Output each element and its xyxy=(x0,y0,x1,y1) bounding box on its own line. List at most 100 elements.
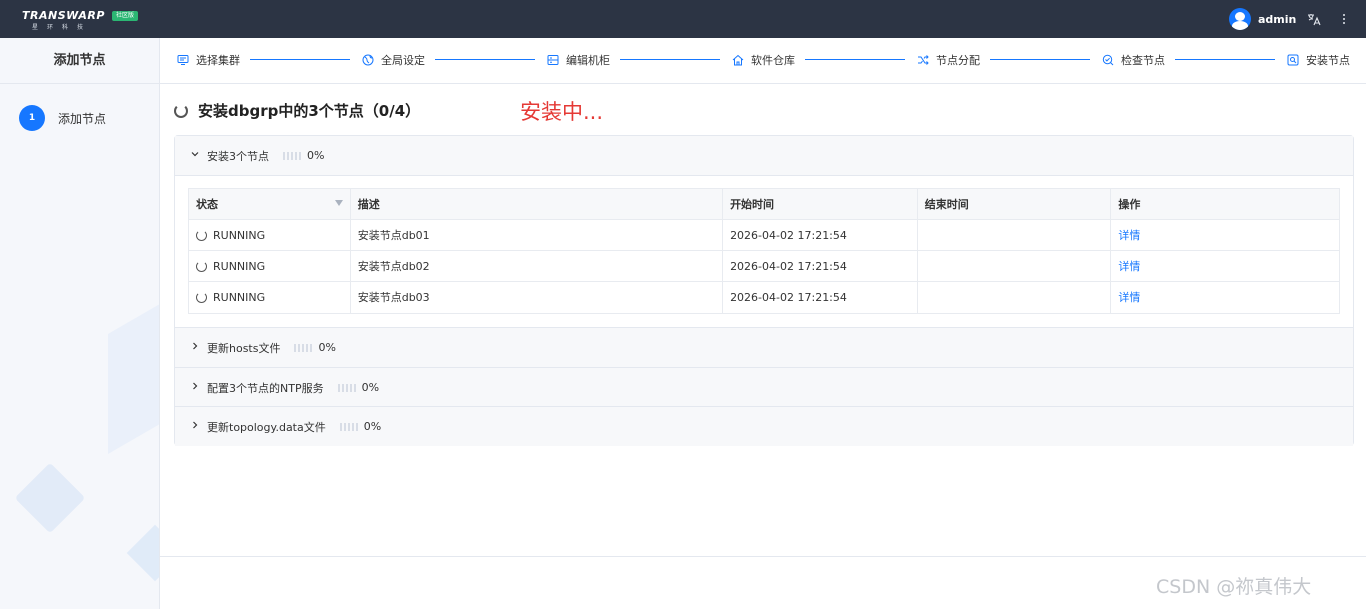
section-title: 更新topology.data文件 xyxy=(207,420,326,434)
translate-icon[interactable] xyxy=(1307,12,1321,26)
step-label: 软件仓库 xyxy=(751,54,795,67)
sidebar-title: 添加节点 xyxy=(0,38,159,84)
step-connector xyxy=(990,59,1090,60)
running-spinner-icon xyxy=(196,292,207,303)
sidebar: 添加节点 1 添加节点 xyxy=(0,38,160,609)
progress-bar xyxy=(283,151,301,160)
step-label: 选择集群 xyxy=(196,54,240,67)
globe-icon xyxy=(361,54,374,67)
section-header-update-hosts[interactable]: 更新hosts文件 0% xyxy=(175,328,1353,367)
action-cell: 详情 xyxy=(1111,251,1339,281)
details-link[interactable]: 详情 xyxy=(1118,291,1140,304)
step-global-settings[interactable]: 全局设定 xyxy=(361,52,425,68)
progress-bar xyxy=(294,343,313,352)
main-content: 安装dbgrp中的3个节点（0/4） 安装中... 安装3个节点 0% 状态 描… xyxy=(160,84,1366,557)
progress-percent: 0% xyxy=(361,381,380,394)
chevron-right-icon xyxy=(188,381,202,394)
loading-spinner-icon xyxy=(174,103,188,118)
description-cell: 安装节点db03 xyxy=(351,282,724,313)
progress-bar xyxy=(339,422,358,431)
rack-icon xyxy=(546,54,559,67)
details-link[interactable]: 详情 xyxy=(1118,260,1140,273)
table-header-row: 状态 描述 开始时间 结束时间 操作 xyxy=(189,189,1339,220)
progress-bar xyxy=(337,383,356,392)
column-header-description: 描述 xyxy=(351,189,724,219)
status-cell: RUNNING xyxy=(189,282,351,313)
node-task-table: 状态 描述 开始时间 结束时间 操作 RUNNING 安装节点db01 2026… xyxy=(188,188,1340,314)
start-time-cell: 2026-04-02 17:21:54 xyxy=(723,251,918,281)
page-title: 安装dbgrp中的3个节点（0/4） xyxy=(174,100,420,121)
step-connector xyxy=(250,59,350,60)
install-tasks-panel: 安装3个节点 0% 状态 描述 开始时间 结束时间 操作 RUNNING 安装节… xyxy=(174,135,1354,446)
column-header-status[interactable]: 状态 xyxy=(189,189,351,219)
step-software-repo[interactable]: 软件仓库 xyxy=(731,52,795,68)
column-header-start-time: 开始时间 xyxy=(723,189,918,219)
transwarp-logo[interactable]: TRANSWARP 社区版 星环科技 xyxy=(22,9,138,31)
start-time-cell: 2026-04-02 17:21:54 xyxy=(723,282,918,313)
step-connector xyxy=(1175,59,1275,60)
footer-divider xyxy=(160,556,1366,557)
check-search-icon xyxy=(1101,54,1114,67)
end-time-cell xyxy=(918,220,1112,250)
wizard-steps: 选择集群 全局设定 编辑机柜 软件仓库 节点分配 检查节点 安装节点 xyxy=(160,38,1366,84)
step-number-badge: 1 xyxy=(19,105,45,131)
installing-annotation: 安装中... xyxy=(520,100,604,124)
watermark: CSDN @祢真伟大 xyxy=(1156,576,1312,598)
progress-percent: 0% xyxy=(318,341,336,354)
step-label: 检查节点 xyxy=(1121,54,1165,67)
description-cell: 安装节点db01 xyxy=(351,220,724,250)
description-cell: 安装节点db02 xyxy=(351,251,724,281)
avatar[interactable] xyxy=(1229,8,1251,30)
background-decoration xyxy=(126,524,159,582)
section-title: 更新hosts文件 xyxy=(207,341,281,355)
section-header-update-topology[interactable]: 更新topology.data文件 0% xyxy=(175,407,1353,446)
sidebar-step-add-node[interactable]: 1 添加节点 xyxy=(19,105,106,131)
column-header-action: 操作 xyxy=(1118,198,1141,211)
top-bar: TRANSWARP 社区版 星环科技 admin xyxy=(0,0,1366,38)
action-cell: 详情 xyxy=(1111,220,1339,250)
background-decoration xyxy=(14,462,86,534)
step-install-nodes[interactable]: 安装节点 xyxy=(1286,52,1350,68)
table-row: RUNNING 安装节点db02 2026-04-02 17:21:54 详情 xyxy=(189,251,1339,282)
step-select-cluster[interactable]: 选择集群 xyxy=(176,52,240,68)
divider xyxy=(175,175,1353,176)
section-header-install-nodes[interactable]: 安装3个节点 0% xyxy=(175,136,1353,175)
user-menu[interactable]: admin xyxy=(1229,8,1297,30)
heading-text: 安装dbgrp中的3个节点（0/4） xyxy=(198,102,421,120)
status-cell: RUNNING xyxy=(189,220,351,250)
filter-icon[interactable] xyxy=(334,200,343,206)
background-decoration xyxy=(108,282,159,454)
shuffle-icon xyxy=(916,54,929,67)
chevron-right-icon xyxy=(188,341,202,354)
column-header-end-time: 结束时间 xyxy=(918,189,1112,219)
logo-subtext: 星环科技 xyxy=(32,24,93,31)
home-icon xyxy=(731,54,744,67)
more-vertical-icon[interactable] xyxy=(1337,12,1351,26)
logo-text: TRANSWARP xyxy=(22,9,105,22)
sidebar-step-label: 添加节点 xyxy=(58,111,107,126)
step-label: 安装节点 xyxy=(1306,54,1350,67)
install-icon xyxy=(1286,54,1299,67)
action-cell: 详情 xyxy=(1111,282,1339,313)
chevron-right-icon xyxy=(188,420,202,433)
step-connector xyxy=(805,59,905,60)
start-time-cell: 2026-04-02 17:21:54 xyxy=(723,220,918,250)
section-header-configure-ntp[interactable]: 配置3个节点的NTP服务 0% xyxy=(175,368,1353,407)
running-spinner-icon xyxy=(196,230,207,241)
details-link[interactable]: 详情 xyxy=(1118,229,1140,242)
username: admin xyxy=(1258,12,1297,26)
step-node-assignment[interactable]: 节点分配 xyxy=(916,52,980,68)
table-row: RUNNING 安装节点db01 2026-04-02 17:21:54 详情 xyxy=(189,220,1339,251)
edition-badge: 社区版 xyxy=(112,11,138,21)
table-row: RUNNING 安装节点db03 2026-04-02 17:21:54 详情 xyxy=(189,282,1339,313)
status-cell: RUNNING xyxy=(189,251,351,281)
step-edit-rack[interactable]: 编辑机柜 xyxy=(546,52,610,68)
step-connector xyxy=(620,59,720,60)
step-label: 节点分配 xyxy=(936,54,980,67)
progress-percent: 0% xyxy=(363,420,382,433)
section-title: 安装3个节点 xyxy=(207,149,269,163)
progress-percent: 0% xyxy=(307,149,325,162)
end-time-cell xyxy=(918,282,1112,313)
end-time-cell xyxy=(918,251,1112,281)
step-check-nodes[interactable]: 检查节点 xyxy=(1101,52,1165,68)
